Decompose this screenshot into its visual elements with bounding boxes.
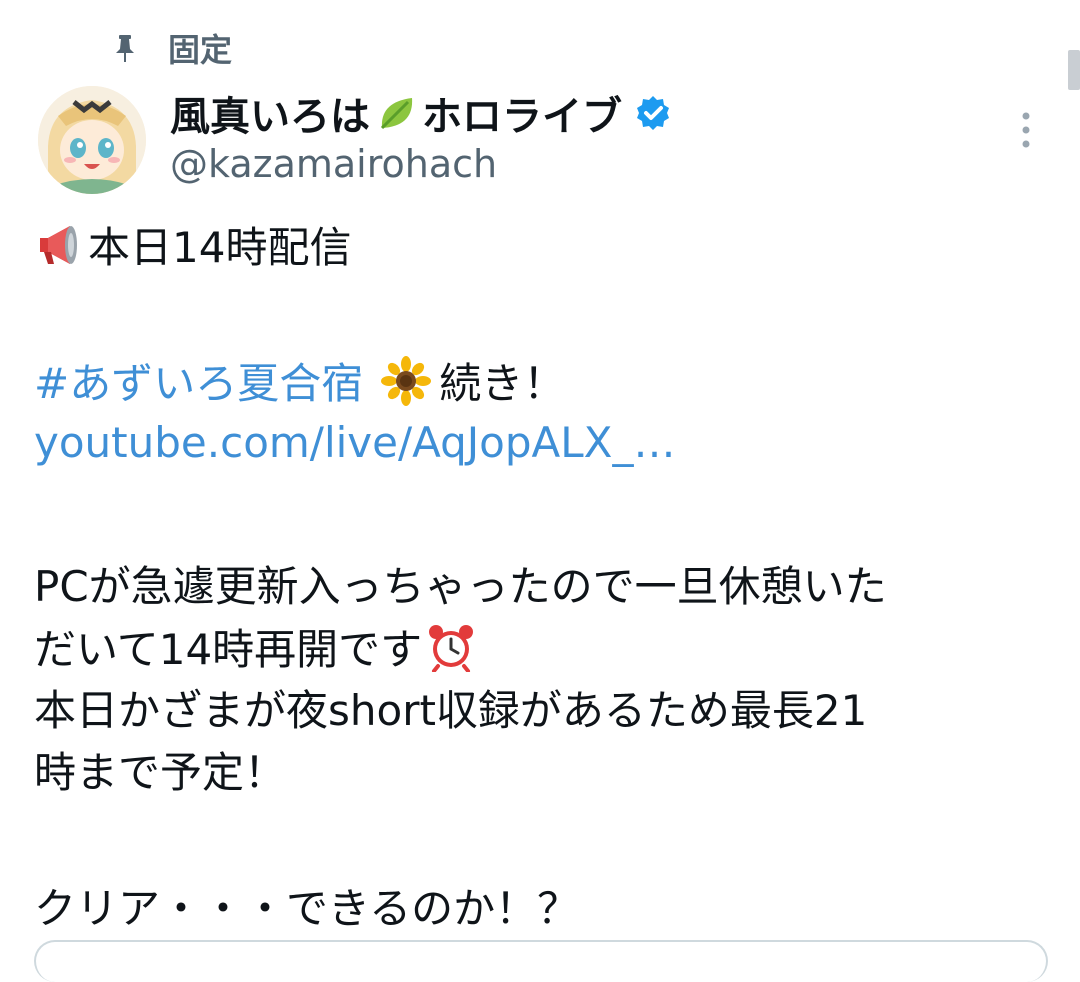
pinned-indicator: 固定 [112, 26, 232, 70]
alarm-clock-emoji [426, 622, 476, 673]
tweet-line-1-text: 本日14時配信 [88, 223, 352, 272]
display-name-suffix: ホロライブ [422, 94, 622, 140]
tweet-line-6-text: 本日かざまが夜short収録があるため最長21 [34, 686, 868, 735]
tweet-line-2: #あずいろ夏合宿 続き！ [34, 356, 1054, 410]
tweet-line-5-text: だいて14時再開です [34, 625, 423, 674]
link-card-preview[interactable] [34, 940, 1048, 982]
tweet-line-8-text: クリア・・・できるのか！？ [34, 884, 580, 933]
pin-icon [112, 33, 138, 63]
tweet-line-2-text: 続き！ [439, 359, 566, 408]
tweet-line-5: だいて14時再開です [34, 622, 1054, 676]
leaf-emoji [374, 92, 418, 136]
tweet-line-6: 本日かざまが夜short収録があるため最長21 [34, 684, 1054, 738]
youtube-link[interactable]: youtube.com/live/AqJopALX_… [34, 418, 675, 467]
display-name[interactable]: 風真いろは ホロライブ [170, 84, 622, 142]
display-name-text: 風真いろは [170, 94, 370, 140]
hashtag-link[interactable]: #あずいろ夏合宿 [34, 359, 363, 408]
tweet-line-4: PCが急遽更新入っちゃったので一旦休憩いた [34, 560, 1054, 614]
tweet-text: 本日14時配信 #あずいろ夏合宿 続き！ youtube.com/live/Aq… [34, 220, 1054, 936]
tweet-line-4-text: PCが急遽更新入っちゃったので一旦休憩いた [34, 562, 887, 611]
author-name-row[interactable]: 風真いろは ホロライブ [170, 82, 672, 144]
more-vertical-icon [1022, 112, 1030, 148]
tweet-line-3: youtube.com/live/AqJopALX_… [34, 416, 1054, 470]
tweet-line-8: クリア・・・できるのか！？ [34, 882, 1054, 936]
verified-badge-icon[interactable] [634, 94, 672, 132]
megaphone-emoji [34, 220, 84, 270]
sunflower-emoji [381, 356, 432, 406]
tweet-line-7-text: 時まで予定！ [34, 748, 287, 797]
more-options-button[interactable] [1008, 108, 1044, 152]
tweet-line-1: 本日14時配信 [34, 220, 1054, 274]
scrollbar-thumb[interactable] [1068, 50, 1080, 90]
pinned-label: 固定 [168, 31, 233, 69]
avatar[interactable] [38, 86, 146, 194]
author-handle[interactable]: @kazamairohach [170, 142, 497, 186]
tweet-line-7: 時まで予定！ [34, 746, 1054, 800]
